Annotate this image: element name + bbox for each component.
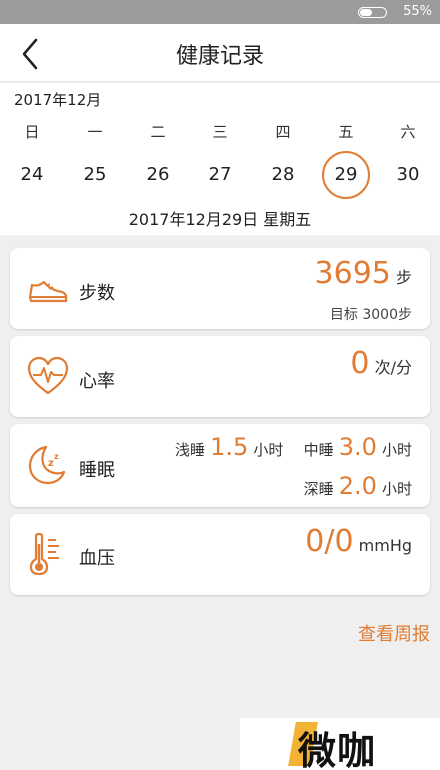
steps-goal: 目标 3000步 (329, 307, 412, 323)
blood-pressure-label: 血压 (79, 548, 115, 569)
heart-rate-label: 心率 (79, 371, 115, 392)
sleep-row-bottom: 深睡 2.0 小时 (304, 472, 412, 500)
sleep-label: 睡眠 (79, 460, 115, 481)
steps-value: 3695 (314, 256, 391, 291)
light-sleep-unit: 小时 (253, 441, 284, 459)
navigation-bar: 健康记录 (0, 24, 440, 82)
light-sleep-label: 浅睡 (175, 441, 206, 459)
weekday-mon: 一 (87, 123, 103, 141)
weekly-report-link[interactable]: 查看周报 (358, 620, 430, 646)
deep-sleep-unit: 小时 (381, 480, 412, 498)
deep-sleep-label: 深睡 (303, 480, 334, 498)
day-26[interactable]: 26 (134, 151, 182, 199)
steps-label: 步数 (79, 283, 115, 304)
blood-pressure-value-row: 0/0 mmHg (305, 524, 412, 559)
heart-rate-value: 0 (350, 346, 370, 381)
blood-pressure-card[interactable]: 血压 0/0 mmHg (10, 514, 430, 595)
weekday-sun: 日 (24, 123, 40, 141)
blood-pressure-unit: mmHg (358, 536, 412, 555)
selected-date-label: 2017年12月29日 星期五 (128, 210, 312, 229)
sleep-row-top: 浅睡 1.5 小时 中睡 3.0 小时 (175, 433, 412, 461)
heart-rate-unit: 次/分 (374, 358, 412, 377)
weekday-thu: 四 (275, 123, 291, 141)
steps-unit: 步 (395, 268, 412, 287)
day-24[interactable]: 24 (8, 151, 56, 199)
week-calendar: 2017年12月 日 一 二 三 四 五 六 24 25 26 27 28 29… (0, 83, 440, 235)
thermometer-icon (29, 532, 59, 576)
weekday-sat: 六 (400, 123, 416, 141)
weekday-wed: 三 (212, 123, 228, 141)
day-29-selected[interactable]: 29 (322, 151, 370, 199)
svg-text:z: z (54, 452, 59, 461)
battery-percentage: 55% (403, 4, 432, 19)
deep-sleep-value: 2.0 (338, 472, 377, 500)
page-title: 健康记录 (175, 44, 264, 69)
heart-rate-icon (27, 356, 69, 395)
steps-value-row: 3695 步 (315, 256, 412, 291)
watermark-logo: 微咖 (240, 718, 440, 770)
day-27[interactable]: 27 (196, 151, 244, 199)
day-28[interactable]: 28 (259, 151, 307, 199)
sleep-card[interactable]: z z 睡眠 浅睡 1.5 小时 中睡 3.0 小时 深睡 2.0 小时 (10, 424, 430, 507)
mid-sleep-unit: 小时 (381, 441, 412, 459)
moon-sleep-icon: z z (28, 445, 66, 485)
weekday-tue: 二 (150, 123, 166, 141)
steps-card[interactable]: 步数 3695 步 目标 3000步 (10, 248, 430, 329)
weekday-fri: 五 (338, 123, 354, 141)
mid-sleep-label: 中睡 (303, 441, 334, 459)
status-bar: 55% (0, 0, 440, 24)
shoe-icon (28, 280, 68, 303)
battery-icon (358, 7, 387, 18)
light-sleep-value: 1.5 (210, 433, 249, 461)
heart-rate-card[interactable]: 心率 0 次/分 (10, 336, 430, 417)
month-label: 2017年12月 (14, 91, 102, 109)
blood-pressure-value: 0/0 (305, 524, 354, 559)
watermark-text: 微咖 (298, 729, 377, 770)
heart-rate-value-row: 0 次/分 (350, 346, 412, 381)
mid-sleep-value: 3.0 (338, 433, 377, 461)
day-30[interactable]: 30 (384, 151, 432, 199)
day-25[interactable]: 25 (71, 151, 119, 199)
